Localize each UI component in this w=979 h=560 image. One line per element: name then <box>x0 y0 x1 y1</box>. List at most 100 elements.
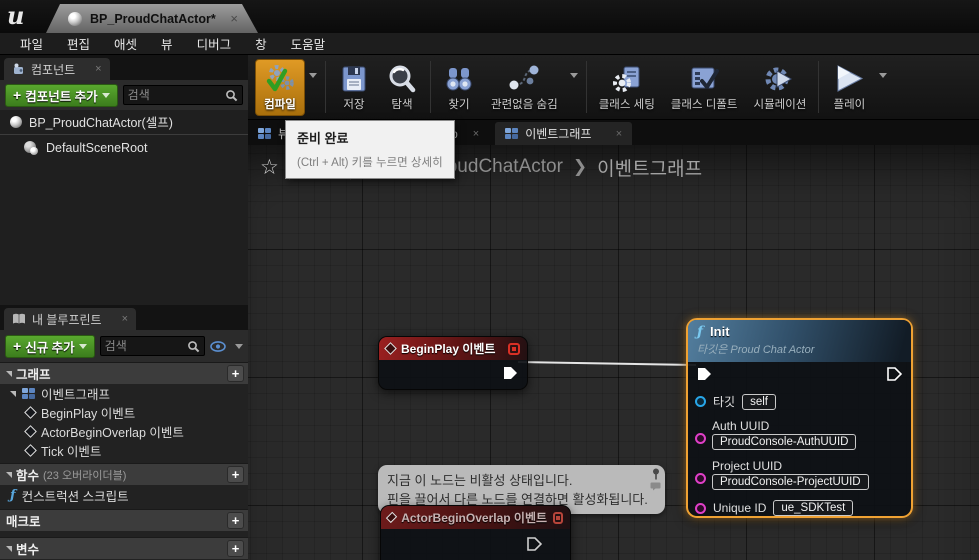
close-icon[interactable]: × <box>230 11 238 26</box>
class-settings-button[interactable]: 클래스 세팅 <box>591 60 663 115</box>
node-beginplay-header[interactable]: BeginPlay 이벤트 <box>379 337 527 360</box>
event-graph-icon <box>505 128 518 139</box>
pin-unique-value[interactable]: ue_SDKTest <box>773 500 853 516</box>
tab-my-blueprint[interactable]: 내 블루프린트 × <box>4 308 136 330</box>
close-icon[interactable]: × <box>95 63 101 75</box>
menu-window[interactable]: 창 <box>243 34 279 53</box>
string-pin-icon[interactable] <box>695 503 706 514</box>
exec-input-pin[interactable] <box>696 366 712 382</box>
document-tab[interactable]: BP_ProudChatActor* × <box>46 4 258 33</box>
close-icon[interactable]: × <box>122 313 128 325</box>
exec-output-pin[interactable] <box>886 366 902 382</box>
object-pin-icon[interactable] <box>695 396 706 407</box>
asset-sphere-icon <box>68 12 82 26</box>
browse-button[interactable]: 탐색 <box>378 60 426 115</box>
node-beginplay-title: BeginPlay 이벤트 <box>401 340 502 357</box>
compile-label: 컴파일 <box>264 96 296 112</box>
section-functions[interactable]: 함수 (23 오버라이더블) + <box>0 463 248 485</box>
simulate-button[interactable]: 시뮬레이션 <box>745 60 814 115</box>
eye-filter-icon[interactable] <box>210 340 230 353</box>
close-icon[interactable]: × <box>473 128 479 140</box>
comment-bubble-icon[interactable] <box>650 482 661 491</box>
expander-icon[interactable] <box>6 371 12 377</box>
delegate-pin-icon[interactable] <box>553 512 563 524</box>
menu-asset[interactable]: 애셋 <box>102 34 149 53</box>
exec-output-pin[interactable] <box>502 365 518 381</box>
play-options-dropdown[interactable] <box>875 78 891 96</box>
menu-edit[interactable]: 편집 <box>55 34 102 53</box>
section-variables[interactable]: 변수 + <box>0 537 248 559</box>
play-button[interactable]: 플레이 <box>823 60 875 115</box>
event-diamond-icon <box>24 444 37 457</box>
delegate-pin-icon[interactable] <box>508 343 520 355</box>
section-graphs[interactable]: 그래프 + <box>0 362 248 384</box>
divider <box>430 61 431 113</box>
components-search[interactable] <box>123 85 243 105</box>
tab-event-graph[interactable]: 이벤트그래프 × <box>495 122 632 145</box>
tab-components[interactable]: 컴포넌트 × <box>4 58 110 80</box>
divider <box>325 61 326 113</box>
find-button[interactable]: 찾기 <box>435 60 483 115</box>
tab-my-blueprint-label: 내 블루프린트 <box>32 311 102 328</box>
node-beginplay-event[interactable]: BeginPlay 이벤트 <box>378 336 528 390</box>
node-actorbeginoverlap-event[interactable]: ActorBeginOverlap 이벤트 <box>380 505 571 560</box>
item-tick-event[interactable]: Tick 이벤트 <box>0 441 248 460</box>
add-macro-button[interactable]: + <box>227 512 244 529</box>
menu-view[interactable]: 뷰 <box>149 34 185 53</box>
item-actorbeginoverlap-event[interactable]: ActorBeginOverlap 이벤트 <box>0 422 248 441</box>
pin-target-value[interactable]: self <box>742 394 776 410</box>
item-construction-script[interactable]: ƒ 컨스트럭션 스크립트 <box>0 485 248 506</box>
compile-options-dropdown[interactable] <box>305 78 321 96</box>
event-graph-canvas[interactable]: ☆ BP_ProudChatActor ❯ 이벤트그래프 BeginPlay 이… <box>248 145 979 560</box>
add-component-button[interactable]: + 컴포넌트 추가 <box>5 84 118 107</box>
pin-project-label: Project UUID <box>712 459 782 473</box>
close-icon[interactable]: × <box>616 128 622 140</box>
favorite-star-icon[interactable]: ☆ <box>260 155 279 180</box>
add-graph-button[interactable]: + <box>227 365 244 382</box>
section-macros[interactable]: 매크로 + <box>0 509 248 531</box>
my-blueprint-search-input[interactable] <box>105 339 187 353</box>
string-pin-icon[interactable] <box>695 473 706 484</box>
add-function-button[interactable]: + <box>227 466 244 483</box>
components-search-input[interactable] <box>128 88 225 102</box>
item-beginplay-event[interactable]: BeginPlay 이벤트 <box>0 403 248 422</box>
section-variables-label: 변수 <box>16 539 39 558</box>
left-panel-column: 컴포넌트 × + 컴포넌트 추가 <box>0 55 248 560</box>
node-init-header[interactable]: ƒ Init 타깃은 Proud Chat Actor <box>688 320 911 362</box>
component-row-label: BP_ProudChatActor(셀프) <box>29 112 173 131</box>
expander-icon[interactable] <box>6 472 12 478</box>
item-actorbeginoverlap-label: ActorBeginOverlap 이벤트 <box>41 422 184 441</box>
component-row-self[interactable]: BP_ProudChatActor(셀프) <box>0 110 248 133</box>
function-icon: ƒ <box>10 488 16 503</box>
node-actorbeginoverlap-header[interactable]: ActorBeginOverlap 이벤트 <box>381 506 570 529</box>
play-icon <box>831 63 867 95</box>
save-button[interactable]: 저장 <box>330 60 378 115</box>
menu-file[interactable]: 파일 <box>8 34 55 53</box>
node-init-function[interactable]: ƒ Init 타깃은 Proud Chat Actor 타깃 self <box>686 318 913 518</box>
hide-unrelated-options-dropdown[interactable] <box>566 78 582 96</box>
menu-debug[interactable]: 디버그 <box>185 34 244 53</box>
notice-line-1: 지금 이 노드는 비활성 상태입니다. <box>387 470 656 489</box>
item-event-graph[interactable]: 이벤트그래프 <box>0 384 248 403</box>
expander-icon[interactable] <box>6 546 12 552</box>
string-pin-icon[interactable] <box>695 433 706 444</box>
hide-unrelated-button[interactable]: 관련없음 숨김 <box>483 60 566 115</box>
pin-icon[interactable] <box>651 468 661 480</box>
class-defaults-button[interactable]: 클래스 디폴트 <box>663 60 746 115</box>
breadcrumb-current[interactable]: 이벤트그래프 <box>597 154 702 181</box>
tooltip-hint: (Ctrl + Alt) 키를 누르면 상세히 <box>297 154 443 170</box>
pin-project-value[interactable]: ProudConsole-ProjectUUID <box>712 474 869 490</box>
pin-auth-field-row: ProudConsole-AuthUUID <box>712 434 856 450</box>
pin-auth-value[interactable]: ProudConsole-AuthUUID <box>712 434 856 450</box>
chevron-down-icon[interactable] <box>235 344 243 349</box>
exec-output-pin[interactable] <box>526 536 542 552</box>
menu-help[interactable]: 도움말 <box>279 34 338 53</box>
divider <box>0 134 248 135</box>
scene-root-icon <box>24 141 39 155</box>
component-row-scene-root[interactable]: DefaultSceneRoot <box>0 136 248 159</box>
compile-button[interactable]: 컴파일 <box>255 59 305 116</box>
add-new-button[interactable]: + 신규 추가 <box>5 335 95 358</box>
expander-icon[interactable] <box>10 391 16 397</box>
add-variable-button[interactable]: + <box>227 540 244 557</box>
my-blueprint-search[interactable] <box>100 336 205 356</box>
